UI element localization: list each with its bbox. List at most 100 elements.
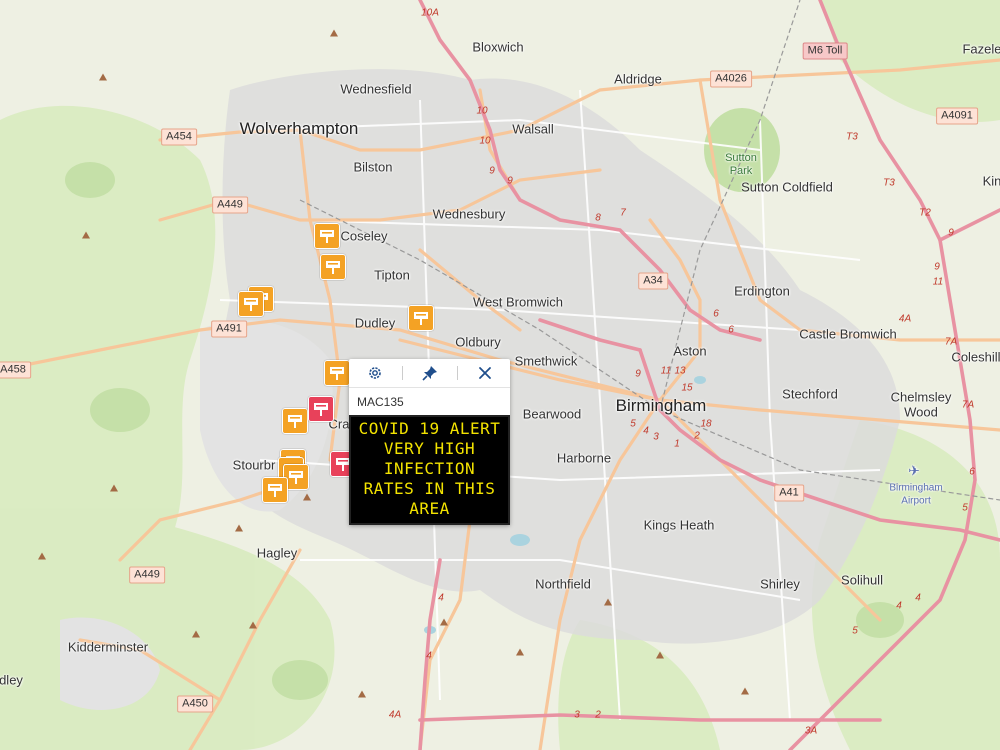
junction-number: 9 — [948, 227, 954, 239]
place-shirley: Shirley — [760, 576, 800, 592]
junction-number: 3 — [653, 431, 659, 443]
settings-button[interactable] — [363, 362, 387, 384]
road-shield: A454 — [161, 128, 197, 146]
vms-sign-display: COVID 19 ALERT VERY HIGH INFECTION RATES… — [349, 415, 510, 525]
junction-number: 6 — [713, 308, 719, 320]
road-shield: A491 — [211, 320, 247, 338]
peak-icon — [192, 630, 200, 638]
junction-number: 7A — [961, 399, 975, 411]
place-northfield: Northfield — [535, 576, 591, 592]
place-aldridge: Aldridge — [614, 71, 662, 87]
junction-number: 3A — [804, 725, 818, 737]
place-walsall: Walsall — [512, 121, 554, 137]
junction-number: T3 — [883, 177, 895, 189]
vms-marker[interactable] — [320, 254, 346, 280]
road-shield: A449 — [212, 196, 248, 214]
junction-number: 1 — [674, 438, 680, 450]
place-wood: Wood — [904, 404, 938, 420]
road-shield: A41 — [774, 484, 804, 502]
vms-marker[interactable] — [262, 477, 288, 503]
road-shield: A4091 — [936, 107, 978, 125]
junction-number: 9 — [507, 175, 513, 187]
sign-line: RATES IN THIS — [363, 479, 496, 498]
road-shield: M6 Toll — [802, 42, 848, 60]
place-castle-bromwich: Castle Bromwich — [799, 326, 897, 342]
junction-number: 3 — [574, 709, 580, 721]
junction-number: T2 — [919, 207, 931, 219]
place-west-bromwich: West Bromwich — [472, 294, 564, 310]
place-tipton: Tipton — [374, 267, 410, 283]
airport-icon: ✈ — [908, 462, 920, 479]
airport-label-1: Birmingham — [889, 482, 943, 494]
sign-line: VERY HIGH — [383, 439, 476, 458]
popup-title: MAC135 — [357, 395, 404, 409]
park-label-park: Park — [729, 165, 753, 177]
sign-popup: MAC135 COVID 19 ALERT VERY HIGH INFECTIO… — [349, 359, 510, 525]
junction-number: 11 — [660, 365, 672, 377]
peak-icon — [249, 621, 257, 629]
sign-icon — [330, 367, 344, 380]
vms-marker[interactable] — [314, 223, 340, 249]
junction-number: 10 — [479, 135, 491, 147]
pin-button[interactable] — [418, 362, 442, 384]
vms-marker[interactable] — [238, 291, 264, 317]
peak-icon — [330, 29, 338, 37]
road-shield: A449 — [129, 566, 165, 584]
place-smethwick: Smethwick — [514, 353, 578, 369]
road-shield: A450 — [177, 695, 213, 713]
peak-icon — [358, 690, 366, 698]
junction-number: 6 — [969, 466, 975, 478]
sign-icon — [320, 230, 334, 243]
vms-marker-alert[interactable] — [308, 396, 334, 422]
peak-icon — [440, 618, 448, 626]
junction-number: 4 — [896, 600, 902, 612]
junction-number: 4 — [426, 650, 432, 662]
peak-icon — [516, 648, 524, 656]
peak-icon — [235, 524, 243, 532]
junction-number: 4 — [438, 592, 444, 604]
place-wolverhampton: Wolverhampton — [239, 119, 359, 138]
close-icon — [478, 367, 491, 379]
sign-icon — [326, 261, 340, 274]
close-button[interactable] — [473, 362, 497, 384]
junction-number: 9 — [635, 368, 641, 380]
place-stourbridge: Stourbr — [232, 457, 276, 473]
peak-icon — [99, 73, 107, 81]
sign-icon — [314, 403, 328, 416]
place-bilston: Bilston — [353, 159, 393, 175]
place-chelmsley: Chelmsley — [890, 389, 952, 405]
road-shield: A458 — [0, 361, 31, 379]
road-shield: A34 — [638, 272, 668, 290]
junction-number: 9 — [489, 165, 495, 177]
vms-marker[interactable] — [324, 360, 350, 386]
peak-icon — [110, 484, 118, 492]
junction-number: 4 — [643, 425, 649, 437]
airport-label-2: Airport — [901, 495, 931, 507]
pin-icon — [421, 366, 437, 381]
junction-number: 10A — [421, 7, 439, 19]
peak-icon — [604, 598, 612, 606]
place-aston: Aston — [673, 343, 707, 359]
sign-icon — [268, 484, 282, 497]
peak-icon — [741, 687, 749, 695]
junction-number: 4A — [898, 313, 912, 325]
junction-number: 4A — [388, 709, 402, 721]
place-kings-heath: Kings Heath — [643, 517, 715, 533]
junction-number: 2 — [694, 430, 700, 442]
place-stechford: Stechford — [782, 386, 838, 402]
vms-marker[interactable] — [282, 408, 308, 434]
place-kidderminster: Kidderminster — [67, 639, 149, 655]
place-erdington: Erdington — [734, 283, 790, 299]
sign-icon — [244, 298, 258, 311]
place-wednesbury: Wednesbury — [432, 206, 506, 222]
toolbar-divider — [456, 366, 458, 380]
peak-icon — [656, 651, 664, 659]
junction-number: 4 — [915, 592, 921, 604]
road-shield: A4026 — [710, 70, 752, 88]
peak-icon — [38, 552, 46, 560]
vms-marker[interactable] — [408, 305, 434, 331]
junction-number: 5 — [962, 502, 968, 514]
junction-number: 7A — [944, 336, 958, 348]
junction-number: 9 — [934, 261, 940, 273]
place-kin: Kin — [982, 173, 1000, 189]
